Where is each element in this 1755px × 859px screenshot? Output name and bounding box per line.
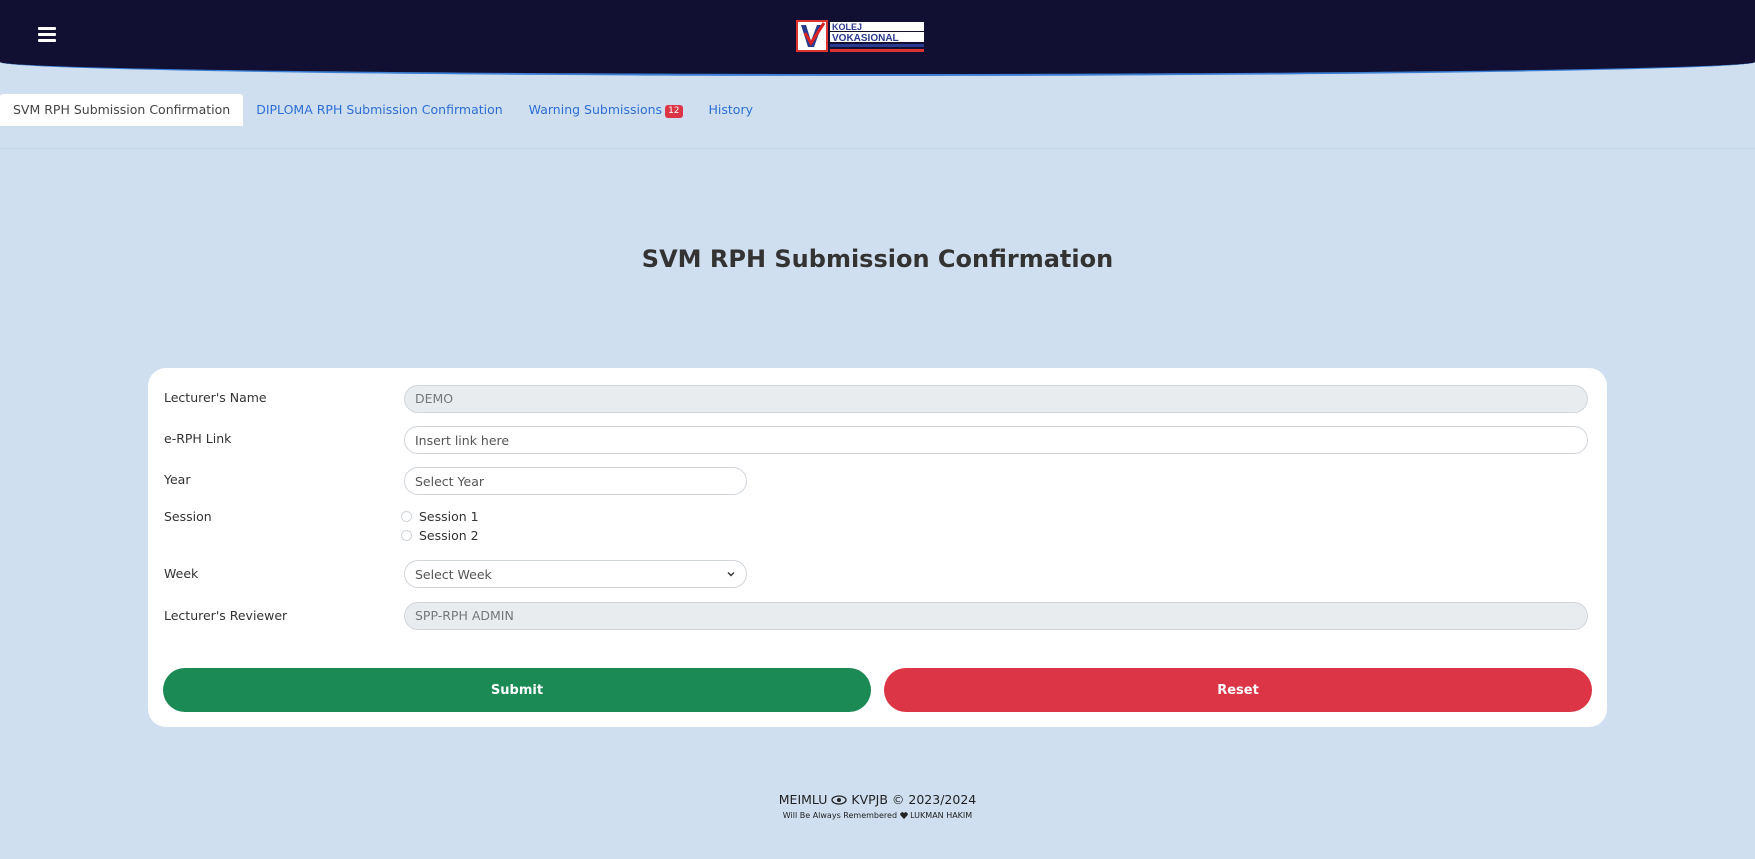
svg-text:VOKASIONAL: VOKASIONAL xyxy=(832,33,899,44)
week-label: Week xyxy=(164,566,199,581)
session-2-label: Session 2 xyxy=(419,528,479,543)
lecturer-name-label: Lecturer's Name xyxy=(164,390,267,405)
lecturer-name-field: DEMO xyxy=(404,385,1588,413)
week-select[interactable]: Select Week xyxy=(404,560,747,588)
tab-diploma-rph[interactable]: DIPLOMA RPH Submission Confirmation xyxy=(243,94,515,126)
tab-divider xyxy=(0,148,1755,149)
submit-button[interactable]: Submit xyxy=(163,668,871,712)
session-label: Session xyxy=(164,509,212,524)
hamburger-icon[interactable] xyxy=(38,27,56,42)
college-logo: KOLEJ VOKASIONAL xyxy=(796,20,924,52)
erph-link-input[interactable] xyxy=(404,426,1588,454)
reviewer-field: SPP-RPH ADMIN xyxy=(404,602,1588,630)
reviewer-label: Lecturer's Reviewer xyxy=(164,608,288,623)
tagline-left: Will Be Always Remembered xyxy=(782,811,898,820)
heart-icon xyxy=(899,812,908,819)
footer-right-text: KVPJB © 2023/2024 xyxy=(851,792,977,807)
tab-history[interactable]: History xyxy=(696,94,766,126)
week-selected-value: Select Week xyxy=(415,566,492,582)
year-label: Year xyxy=(164,472,191,487)
radio-circle[interactable] xyxy=(401,530,412,541)
warning-count-badge: 12 xyxy=(665,105,683,118)
year-input[interactable] xyxy=(404,467,747,495)
footer: MEIMLU KVPJB © 2023/2024 Will Be Always … xyxy=(0,792,1755,820)
footer-tagline: Will Be Always Remembered LUKMAN HAKIM xyxy=(0,811,1755,820)
tab-warning-submissions[interactable]: Warning Submissions 12 xyxy=(516,94,696,126)
tagline-right: LUKMAN HAKIM xyxy=(910,811,973,820)
session-2-radio[interactable]: Session 2 xyxy=(401,528,479,543)
tab-label: SVM RPH Submission Confirmation xyxy=(13,102,231,117)
submission-form-card: Lecturer's Name DEMO e-RPH Link Year Ses… xyxy=(148,368,1607,727)
session-1-label: Session 1 xyxy=(419,509,479,524)
tab-label: Warning Submissions xyxy=(528,102,663,117)
footer-left-text: MEIMLU xyxy=(778,792,828,807)
chevron-down-icon xyxy=(727,572,735,577)
erph-link-label: e-RPH Link xyxy=(164,431,232,446)
footer-credit: MEIMLU KVPJB © 2023/2024 xyxy=(0,792,1755,807)
tab-label: DIPLOMA RPH Submission Confirmation xyxy=(256,102,503,117)
eye-icon xyxy=(831,795,848,805)
session-1-radio[interactable]: Session 1 xyxy=(401,509,479,524)
radio-circle[interactable] xyxy=(401,511,412,522)
tab-svm-rph[interactable]: SVM RPH Submission Confirmation xyxy=(0,94,244,126)
page-title: SVM RPH Submission Confirmation xyxy=(641,245,1114,273)
svg-text:KOLEJ: KOLEJ xyxy=(832,22,862,32)
tab-label: History xyxy=(708,102,753,117)
tab-bar: SVM RPH Submission Confirmation DIPLOMA … xyxy=(0,94,766,126)
reset-button[interactable]: Reset xyxy=(884,668,1592,712)
top-navbar: KOLEJ VOKASIONAL xyxy=(0,0,1755,76)
